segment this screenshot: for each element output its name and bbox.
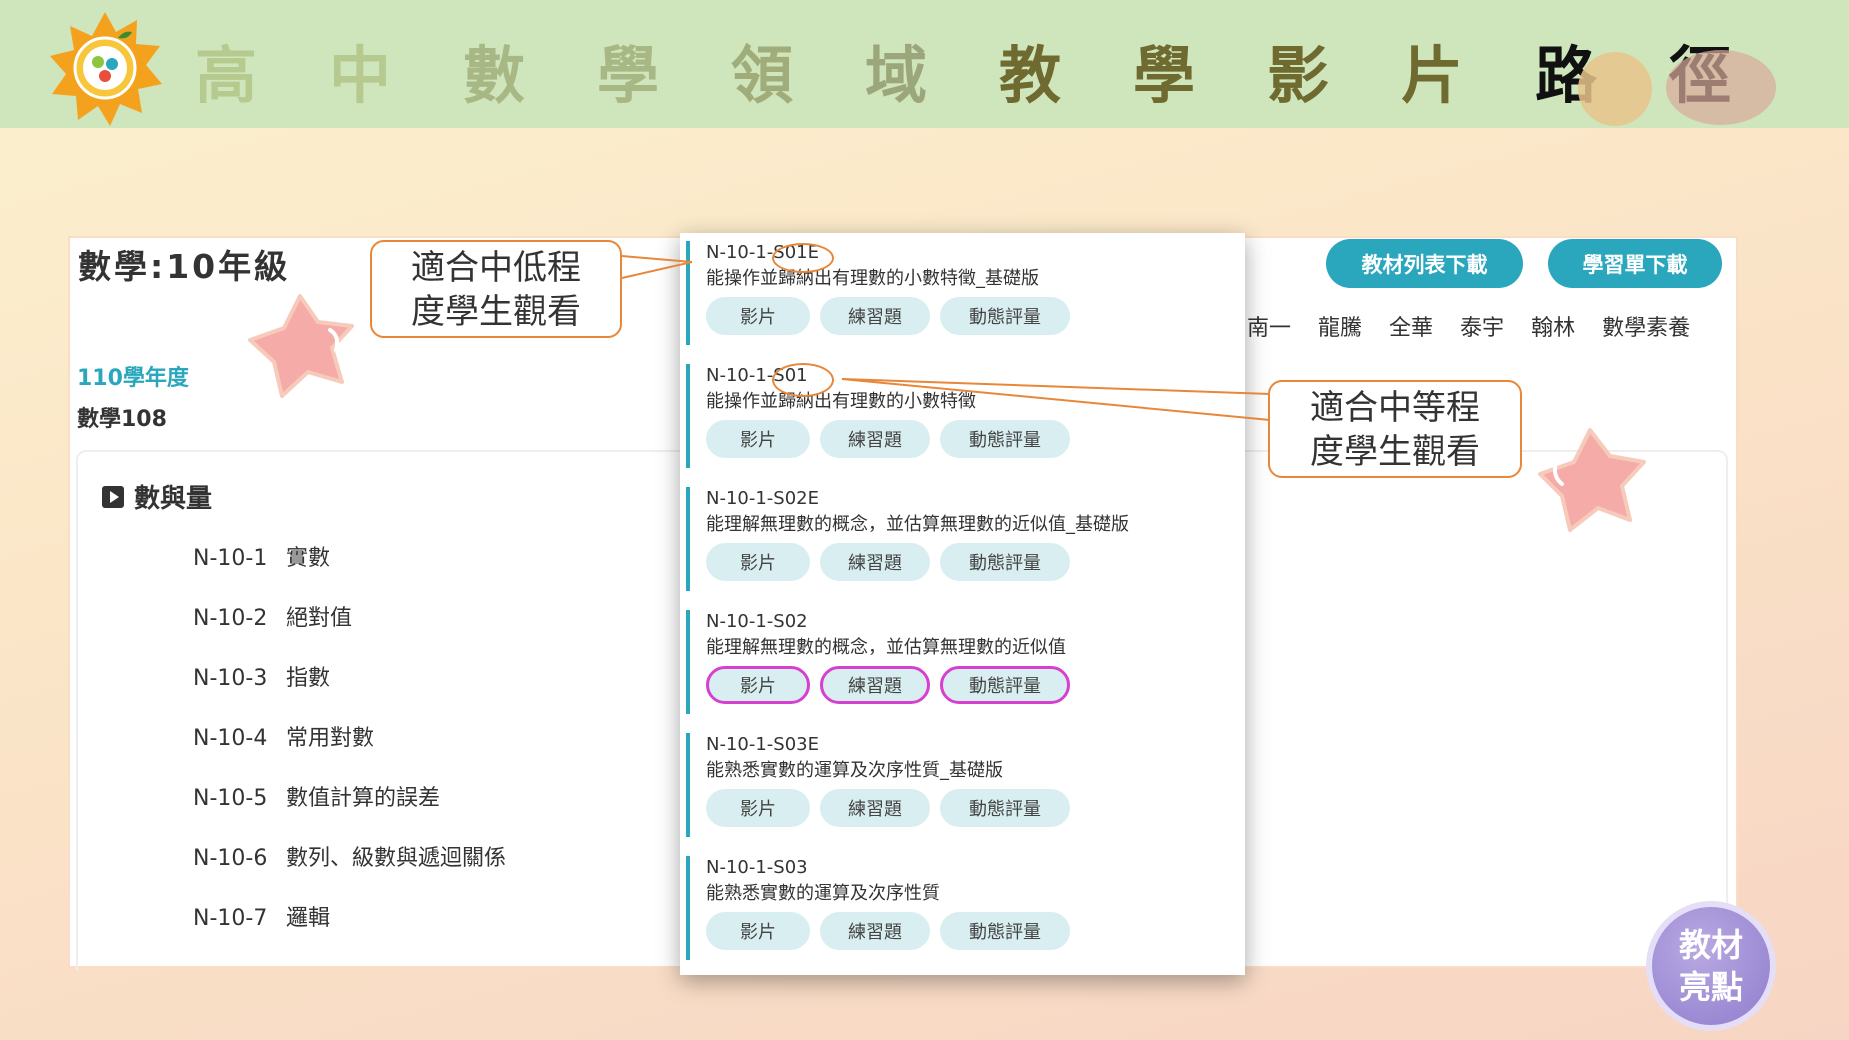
- exercise-button[interactable]: 練習題: [820, 666, 930, 704]
- lesson-buttons: 影片 練習題 動態評量: [706, 420, 1226, 458]
- lesson-item: N-10-1-S02E 能理解無理數的概念，並估算無理數的近似值_基礎版影片 練習題…: [686, 487, 1226, 591]
- exercise-button[interactable]: 練習題: [820, 543, 930, 581]
- title-char: 學: [597, 39, 660, 112]
- video-button[interactable]: 影片: [706, 789, 810, 827]
- section-title: 數與量: [134, 484, 213, 514]
- callout-low-level: 適合中低程度學生觀看: [370, 240, 622, 338]
- lesson-item: N-10-1-S01 能操作並歸納出有理數的小數特徵 影片 練習題 動態評量: [686, 364, 1226, 468]
- lesson-item: N-10-1-S03 能熟悉實數的運算及次序性質影片 練習題 動態評量: [686, 856, 1226, 960]
- lesson-code: N-10-1-S02E: [706, 488, 820, 509]
- assessment-button[interactable]: 動態評量: [940, 912, 1070, 950]
- topic-code: N-10-2: [193, 606, 268, 631]
- assessment-button[interactable]: 動態評量: [940, 666, 1070, 704]
- lesson-description: 能理解無理數的概念，並估算無理數的近似值_基礎版: [706, 514, 1129, 535]
- lesson-buttons: 影片 練習題 動態評量: [706, 543, 1226, 581]
- topic-item[interactable]: N-10-2 絕對值: [193, 600, 506, 660]
- publisher-tab[interactable]: 泰宇: [1460, 310, 1504, 342]
- lesson-item: N-10-1-S01E 能操作並歸納出有理數的小數特徵_基礎版 影片 練習題 動態評量: [686, 241, 1226, 345]
- topic-name: 絕對值: [286, 606, 353, 631]
- lesson-code: N-10-1-S02: [706, 611, 808, 632]
- curriculum-label: 數學108: [77, 407, 167, 432]
- topic-name: 實數: [286, 546, 331, 571]
- exercise-button[interactable]: 練習題: [820, 789, 930, 827]
- lesson-buttons: 影片 練習題 動態評量: [706, 912, 1226, 950]
- lesson-item: N-10-1-S02 能理解無理數的概念，並估算無理數的近似值影片 練習題 動態評量: [686, 610, 1226, 714]
- topic-code: N-10-4: [193, 726, 268, 751]
- title-char: 教: [999, 39, 1062, 112]
- publisher-tabs: 南一 龍騰 全華 泰宇 翰林 數學素養: [1247, 310, 1717, 342]
- callout-mid-text: 適合中等程度學生觀看: [1310, 388, 1480, 472]
- video-button[interactable]: 影片: [706, 912, 810, 950]
- lesson-description: 能熟悉實數的運算及次序性質: [706, 883, 940, 904]
- deco-circle: [1578, 52, 1652, 126]
- publisher-tab[interactable]: 龍騰: [1318, 310, 1362, 342]
- publisher-tab[interactable]: 數學素養: [1602, 310, 1690, 342]
- section-header[interactable]: 數與量: [102, 478, 212, 515]
- title-char: 高: [195, 39, 258, 112]
- topic-name: 指數: [286, 666, 331, 691]
- title-char: 數: [463, 39, 526, 112]
- download-list-button[interactable]: 教材列表下載: [1326, 239, 1523, 288]
- lesson-description: 能熟悉實數的運算及次序性質_基礎版: [706, 760, 1003, 781]
- badge-line2: 亮點: [1678, 968, 1743, 1006]
- lesson-description: 能理解無理數的概念，並估算無理數的近似值: [706, 637, 1066, 658]
- code-highlight-ellipse: [772, 363, 834, 397]
- grade-title: 數學:10年級: [78, 247, 291, 286]
- play-icon: [102, 485, 124, 508]
- topic-code: N-10-5: [193, 786, 268, 811]
- title-char: 域: [865, 39, 928, 112]
- code-highlight-ellipse: [772, 243, 834, 273]
- exercise-button[interactable]: 練習題: [820, 297, 930, 335]
- page-title: 高中數學領域教學影片路徑: [195, 36, 1755, 116]
- badge-line1: 教材: [1678, 926, 1743, 964]
- topic-list: N-10-1 實數 N-10-2 絕對值 N-10-3 指數 N-10-4 常用對數 N-10-…: [193, 540, 506, 960]
- topic-name: 數值計算的誤差: [286, 786, 441, 811]
- topic-code: N-10-3: [193, 666, 268, 691]
- download-worksheet-button[interactable]: 學習單下載: [1548, 239, 1722, 288]
- publisher-tab[interactable]: 南一: [1247, 310, 1291, 342]
- topic-code: N-10-6: [193, 846, 268, 871]
- school-year-label[interactable]: 110學年度: [77, 360, 189, 392]
- topic-item[interactable]: N-10-7 邏輯: [193, 900, 506, 960]
- topic-name: 常用對數: [286, 726, 375, 751]
- assessment-button[interactable]: 動態評量: [940, 789, 1070, 827]
- title-char: 領: [731, 39, 794, 112]
- callout-low-text: 適合中低程度學生觀看: [411, 248, 581, 332]
- topic-item[interactable]: N-10-5 數值計算的誤差: [193, 780, 506, 840]
- highlight-badge: 教材 亮點: [1646, 901, 1776, 1031]
- title-char: 影: [1267, 39, 1330, 112]
- publisher-tab[interactable]: 全華: [1389, 310, 1433, 342]
- topic-item[interactable]: N-10-6 數列、級數與遞迴關係: [193, 840, 506, 900]
- exercise-button[interactable]: 練習題: [820, 420, 930, 458]
- exercise-button[interactable]: 練習題: [820, 912, 930, 950]
- video-button[interactable]: 影片: [706, 420, 810, 458]
- deco-circle: [1666, 50, 1776, 125]
- title-char: 片: [1401, 39, 1464, 112]
- lesson-buttons: 影片 練習題 動態評量: [706, 297, 1226, 335]
- lesson-popup: N-10-1-S01E 能操作並歸納出有理數的小數特徵_基礎版 影片 練習題 動態評量 N…: [680, 233, 1245, 975]
- topic-code: N-10-1: [193, 546, 268, 571]
- assessment-button[interactable]: 動態評量: [940, 420, 1070, 458]
- video-button[interactable]: 影片: [706, 297, 810, 335]
- lesson-buttons: 影片 練習題 動態評量: [706, 666, 1226, 704]
- lesson-buttons: 影片 練習題 動態評量: [706, 789, 1226, 827]
- topic-item[interactable]: N-10-4 常用對數: [193, 720, 506, 780]
- video-button[interactable]: 影片: [706, 666, 810, 704]
- title-char: 學: [1133, 39, 1196, 112]
- topic-code: N-10-7: [193, 906, 268, 931]
- lesson-item: N-10-1-S03E 能熟悉實數的運算及次序性質_基礎版影片 練習題 動態評量: [686, 733, 1226, 837]
- topic-item[interactable]: N-10-3 指數: [193, 660, 506, 720]
- title-char: 中: [329, 39, 392, 112]
- publisher-tab[interactable]: 翰林: [1531, 310, 1575, 342]
- video-button[interactable]: 影片: [706, 543, 810, 581]
- callout-mid-level: 適合中等程度學生觀看: [1268, 380, 1522, 478]
- assessment-button[interactable]: 動態評量: [940, 543, 1070, 581]
- lesson-code: N-10-1-S03: [706, 857, 808, 878]
- assessment-button[interactable]: 動態評量: [940, 297, 1070, 335]
- topic-item[interactable]: N-10-1 實數: [193, 540, 506, 600]
- topic-name: 數列、級數與遞迴關係: [286, 846, 507, 871]
- topic-name: 邏輯: [286, 906, 331, 931]
- logo-icon: [46, 10, 164, 128]
- lesson-code: N-10-1-S03E: [706, 734, 820, 755]
